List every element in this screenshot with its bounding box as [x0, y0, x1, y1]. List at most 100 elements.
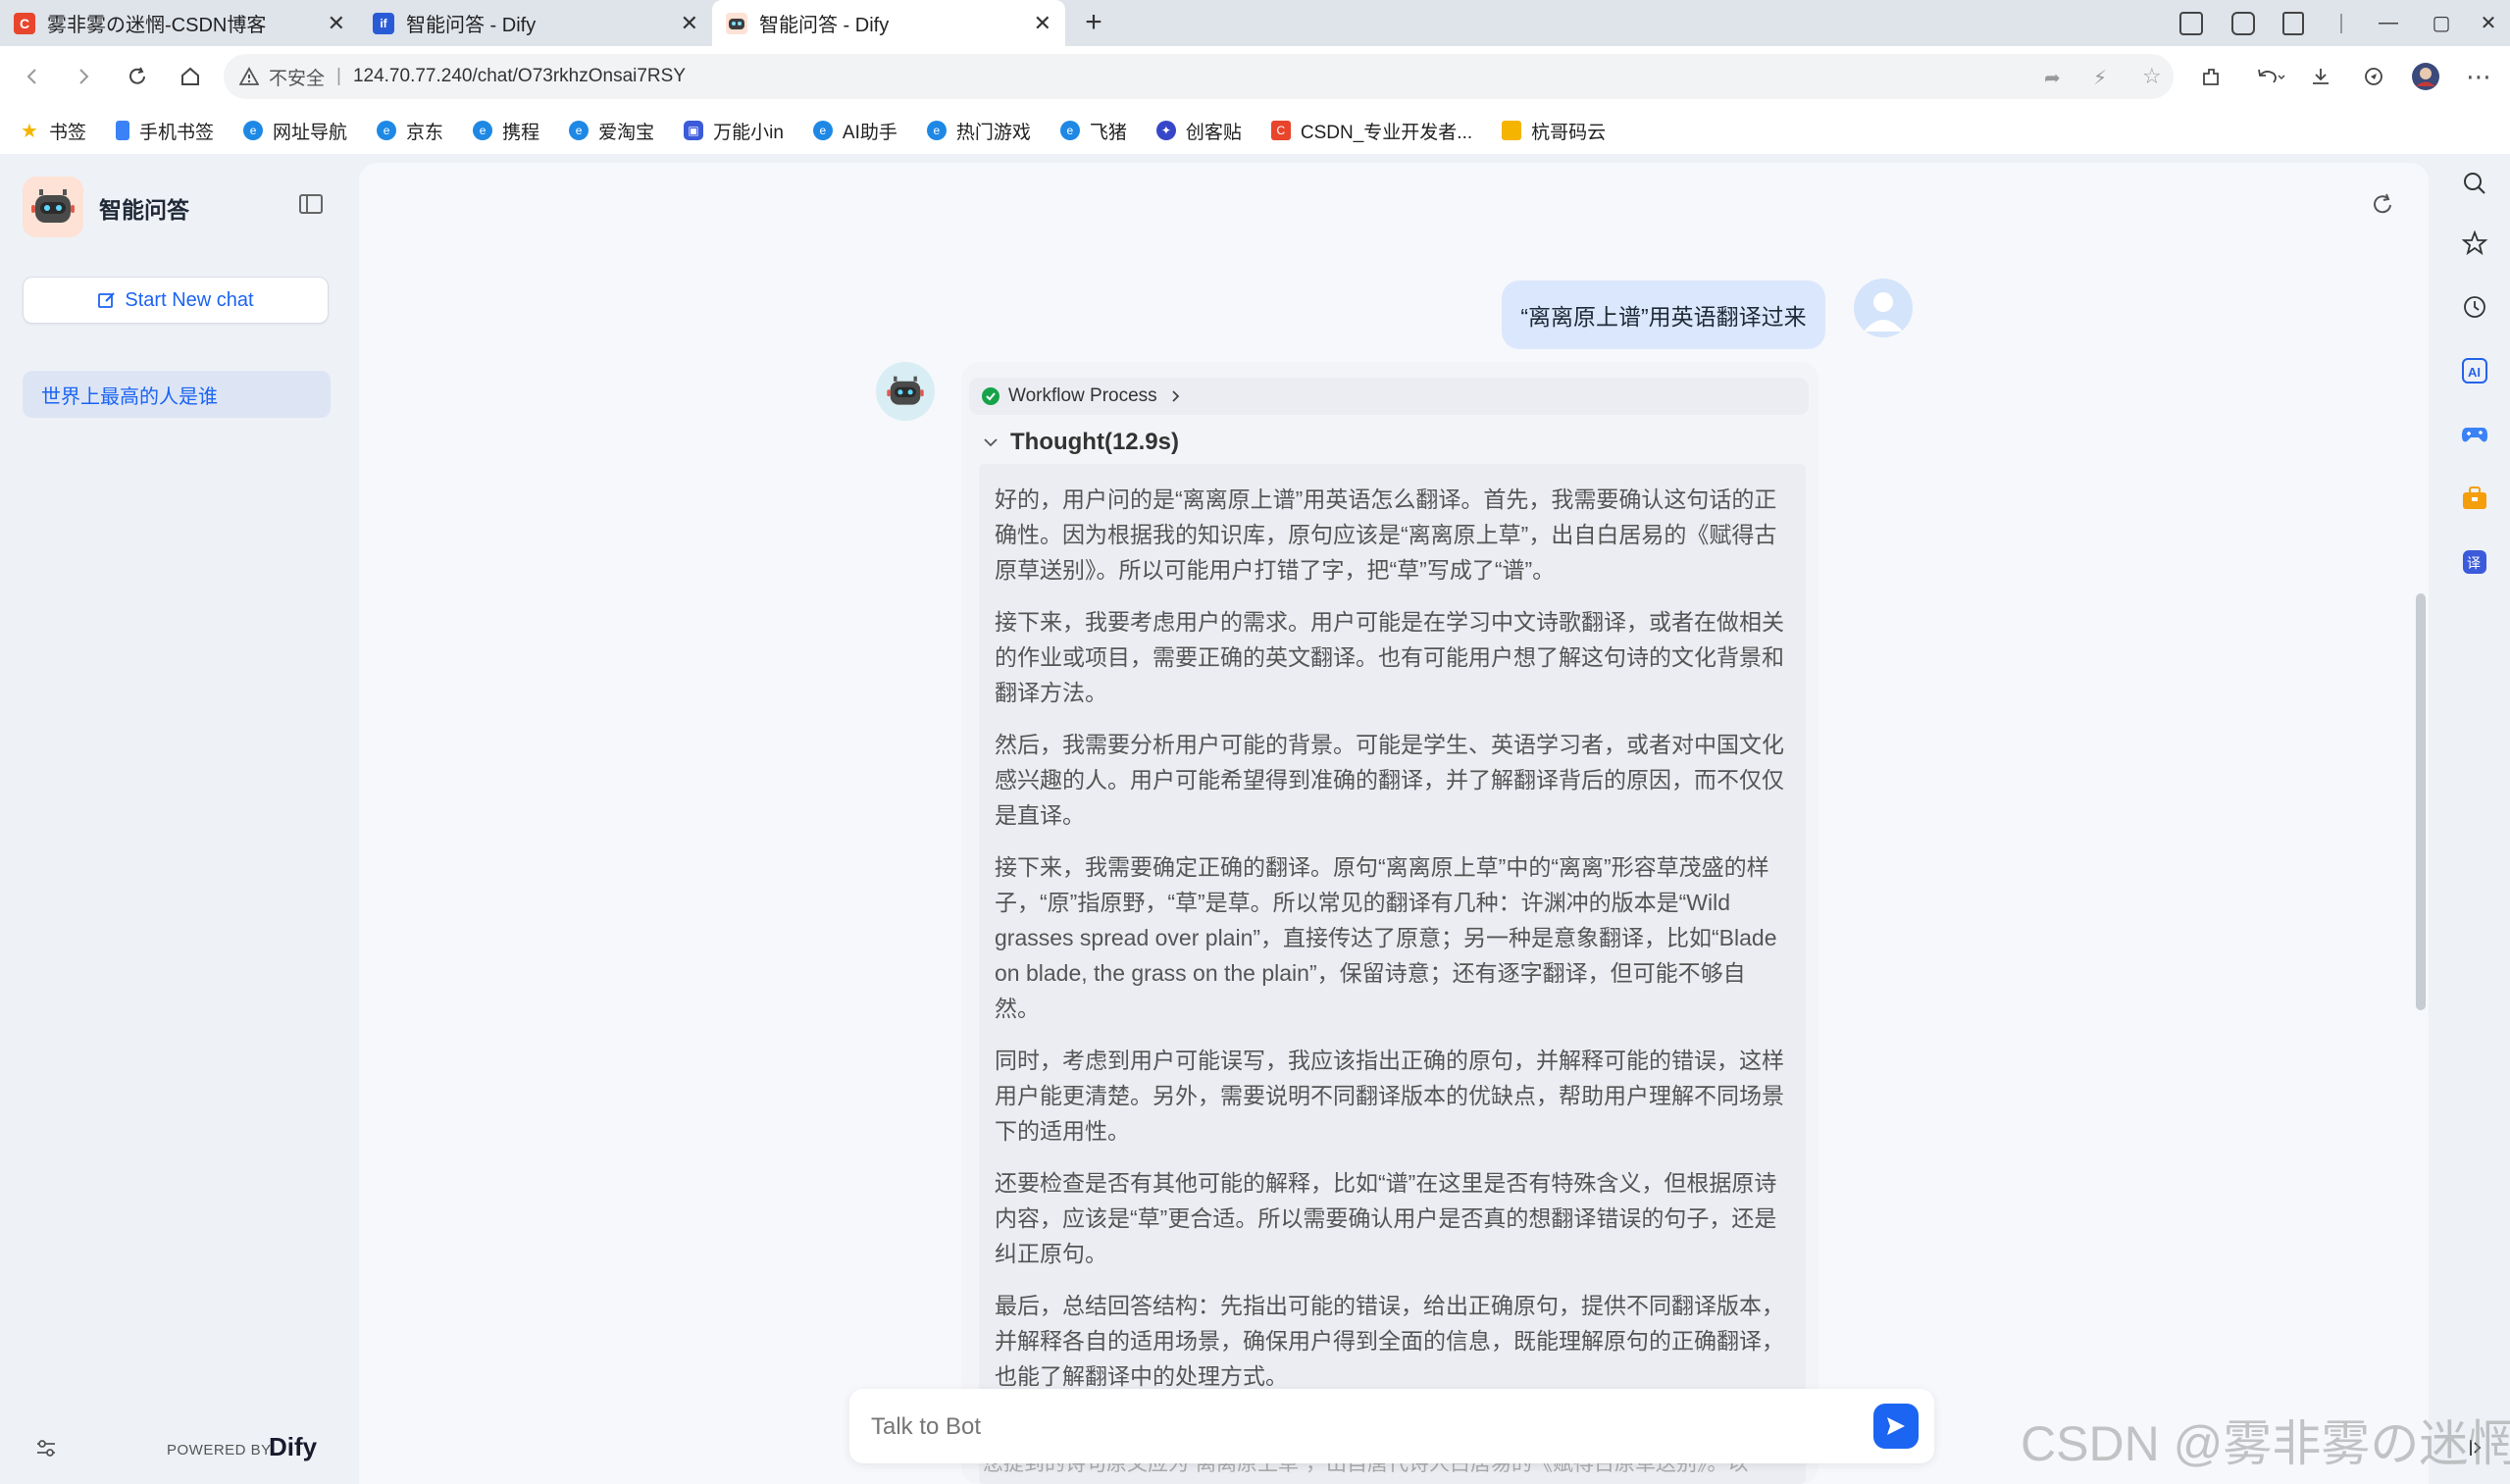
home-button[interactable]	[172, 58, 209, 95]
tab-csdn[interactable]: C 雾非雾の迷惘-CSDN博客 ✕	[0, 0, 359, 46]
tab-strip: C 雾非雾の迷惘-CSDN博客 ✕ if 智能问答 - Dify ✕ 智能问答 …	[0, 0, 2510, 46]
bookmark-item[interactable]: 手机书签	[116, 118, 214, 144]
start-new-chat-button[interactable]: Start New chat	[23, 277, 329, 324]
ai-assistant-icon[interactable]: AI	[2459, 355, 2490, 386]
search-icon[interactable]	[2459, 168, 2490, 199]
minimize-button[interactable]: —	[2362, 0, 2415, 46]
bot-favicon-icon	[726, 12, 747, 34]
history-icon[interactable]	[2459, 291, 2490, 323]
extensions-icon[interactable]	[2192, 58, 2229, 95]
tab-dify-1[interactable]: if 智能问答 - Dify ✕	[359, 0, 712, 46]
browser-e-icon: e	[243, 121, 264, 140]
bookmark-item[interactable]: e 热门游戏	[926, 118, 1031, 144]
back-button[interactable]	[14, 58, 51, 95]
powered-by-label: POWERED BY	[167, 1442, 272, 1458]
scrollbar-thumb[interactable]	[2416, 593, 2426, 1010]
bookmark-item[interactable]: e 飞猪	[1059, 118, 1127, 144]
tab-title: 智能问答 - Dify	[406, 15, 537, 36]
bookmark-item[interactable]: e 携程	[473, 118, 539, 144]
extensions-pin-icon[interactable]	[2282, 12, 2304, 35]
bookmark-item[interactable]: ▣ 万能小in	[684, 118, 784, 144]
close-tab-icon[interactable]: ✕	[1034, 11, 1051, 36]
conversation-item[interactable]: 世界上最高的人是谁	[23, 371, 331, 418]
maximize-button[interactable]: ▢	[2415, 0, 2468, 46]
chat-input-bar	[849, 1389, 1934, 1463]
bot-answer: Workflow Process Thought(12.9s) 好的，用户问的是…	[961, 362, 1818, 1484]
forward-button[interactable]	[65, 58, 102, 95]
bookmark-item[interactable]: ★ 书签	[20, 118, 86, 144]
svg-text:译: 译	[2467, 556, 2481, 572]
collapse-sidebar-icon[interactable]	[299, 194, 323, 214]
thought-content: 好的，用户问的是“离离原上谱”用英语怎么翻译。首先，我需要确认这句话的正确性。因…	[979, 464, 1806, 1484]
collections-icon[interactable]	[2231, 12, 2255, 35]
close-tab-icon[interactable]: ✕	[681, 11, 698, 36]
send-icon	[1887, 1417, 1905, 1435]
dify-favicon-icon: if	[373, 12, 394, 34]
watermark: CSDN @雾非雾の迷惘	[2021, 1416, 2510, 1471]
user-message: “离离原上谱”用英语翻译过来	[1502, 281, 1825, 349]
download-icon[interactable]	[2302, 58, 2339, 95]
star-icon: ★	[21, 120, 38, 142]
app-title: 智能问答	[99, 197, 189, 223]
bookmark-item[interactable]: 杭哥码云	[1502, 118, 1606, 144]
favorites-icon[interactable]	[2459, 228, 2490, 259]
tab-title: 雾非雾の迷惘-CSDN博客	[47, 15, 267, 36]
close-tab-icon[interactable]: ✕	[328, 11, 345, 36]
csdn-icon: C	[1270, 121, 1291, 140]
browser-side-rail: AI 译	[2437, 154, 2510, 1484]
thought-label: Thought(12.9s)	[1010, 429, 1179, 455]
app-logo	[23, 177, 83, 237]
divider: |	[336, 66, 341, 86]
sync-icon[interactable]	[2355, 58, 2392, 95]
thought-paragraph: 好的，用户问的是“离离原上谱”用英语怎么翻译。首先，我需要确认这句话的正确性。因…	[995, 486, 1777, 583]
share-icon[interactable]: ➦	[2044, 66, 2061, 90]
favorite-star-icon[interactable]: ☆	[2142, 64, 2162, 89]
toolbox-icon[interactable]	[2459, 483, 2490, 514]
phone-icon	[116, 121, 130, 140]
bookmark-item[interactable]: C CSDN_专业开发者...	[1270, 118, 1472, 144]
browser-e-icon: e	[569, 121, 589, 140]
warning-icon	[239, 67, 259, 85]
profile-avatar[interactable]	[2407, 58, 2444, 95]
svg-text:AI: AI	[2468, 365, 2481, 380]
csdn-favicon-icon: C	[14, 12, 35, 34]
send-button[interactable]	[1873, 1404, 1919, 1449]
bookmark-item[interactable]: e 爱淘宝	[569, 118, 654, 144]
tab-title: 智能问答 - Dify	[759, 15, 890, 36]
address-bar[interactable]: 不安全 | 124.70.77.240/chat/O73rkhzOnsai7RS…	[224, 54, 2174, 99]
lightning-icon[interactable]: ⚡	[2093, 66, 2107, 90]
thought-paragraph: 然后，我需要分析用户可能的背景。可能是学生、英语学习者，或者对中国文化感兴趣的人…	[995, 732, 1784, 828]
start-new-chat-label: Start New chat	[125, 288, 254, 311]
bookmark-item[interactable]: e 网址导航	[243, 118, 347, 144]
browser-e-icon: e	[1059, 121, 1080, 140]
url-text[interactable]: 124.70.77.240/chat/O73rkhzOnsai7RSY	[353, 66, 686, 87]
tab-actions-icon[interactable]	[2179, 12, 2203, 35]
check-circle-icon	[982, 387, 999, 405]
reload-button[interactable]	[119, 58, 156, 95]
thought-paragraph: 最后，总结回答结构：先指出可能的错误，给出正确原句，提供不同翻译版本，并解释各自…	[995, 1293, 1784, 1389]
tab-dify-active[interactable]: 智能问答 - Dify ✕	[712, 0, 1065, 46]
chat-input[interactable]	[869, 1407, 1815, 1448]
gamepad-icon[interactable]	[2459, 419, 2490, 450]
new-tab-button[interactable]: +	[1077, 6, 1110, 39]
robot-icon: ▣	[684, 121, 704, 140]
settings-sliders-icon[interactable]	[35, 1439, 57, 1463]
browser-e-icon: e	[812, 121, 833, 140]
translate-icon[interactable]: 译	[2459, 546, 2490, 578]
bookmark-item[interactable]: e AI助手	[812, 118, 897, 144]
more-menu-icon[interactable]: ⋯	[2460, 58, 2497, 95]
bookmark-item[interactable]: ✦ 创客贴	[1155, 118, 1242, 144]
user-avatar	[1854, 279, 1913, 337]
close-window-button[interactable]: ✕	[2462, 0, 2510, 46]
refresh-icon[interactable]	[2370, 192, 2395, 223]
chat-panel: “离离原上谱”用英语翻译过来 Workflow Process Thought(…	[359, 163, 2429, 1484]
thought-toggle[interactable]: Thought(12.9s)	[983, 423, 1179, 462]
divider	[2340, 14, 2342, 33]
undo-dropdown-icon[interactable]	[2246, 58, 2295, 95]
browser-e-icon: e	[926, 121, 947, 140]
browser-e-icon: e	[377, 121, 397, 140]
navigation-bar: 不安全 | 124.70.77.240/chat/O73rkhzOnsai7RS…	[0, 46, 2510, 107]
workflow-process-label: Workflow Process	[1008, 385, 1157, 406]
workflow-process-toggle[interactable]: Workflow Process	[969, 378, 1809, 415]
bookmark-item[interactable]: e 京东	[377, 118, 443, 144]
